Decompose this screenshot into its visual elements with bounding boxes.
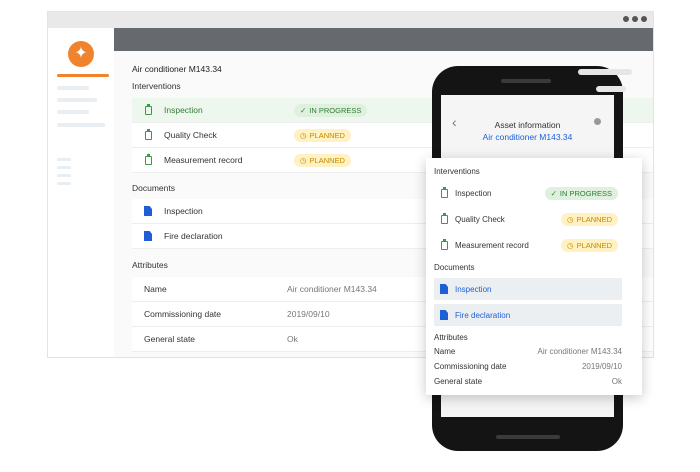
status-text: IN PROGRESS	[309, 105, 362, 115]
asset-title: Air conditioner M143.34	[132, 64, 222, 74]
attribute-key: General state	[434, 377, 483, 386]
status-badge: ✓ IN PROGRESS	[544, 186, 618, 200]
clipboard-icon	[144, 103, 152, 115]
documents-heading: Documents	[434, 263, 475, 272]
document-icon	[440, 310, 448, 320]
sidebar-item-placeholder[interactable]	[57, 86, 89, 90]
document-row[interactable]: Inspection	[434, 278, 622, 300]
window-titlebar	[48, 12, 653, 28]
intervention-label: Quality Check	[455, 214, 505, 224]
intervention-label: Measurement record	[164, 155, 243, 165]
mobile-header-subtitle[interactable]: Air conditioner M143.34	[441, 132, 614, 142]
intervention-label: Measurement record	[455, 240, 529, 250]
clipboard-icon	[144, 153, 152, 165]
attribute-value: 2019/09/10	[581, 362, 622, 371]
top-bar	[114, 28, 653, 51]
status-badge: ◷ PLANNED	[294, 153, 351, 167]
attribute-key: Commissioning date	[144, 309, 222, 319]
document-label: Inspection	[455, 284, 492, 294]
attribute-value: Ok	[611, 377, 622, 386]
sidebar-item-placeholder[interactable]	[57, 110, 89, 114]
dot-icon	[623, 16, 629, 22]
status-text: PLANNED	[576, 240, 612, 250]
attributes-heading: Attributes	[434, 333, 468, 342]
sidebar-item-placeholder[interactable]	[57, 98, 97, 102]
status-badge: ◷ PLANNED	[561, 212, 618, 226]
attribute-row: Name Air conditioner M143.34	[434, 347, 622, 356]
check-icon: ✓	[550, 188, 557, 198]
interventions-heading: Interventions	[434, 167, 480, 176]
clock-icon: ◷	[567, 214, 574, 224]
intervention-label: Quality Check	[164, 130, 217, 140]
dot-icon	[641, 16, 647, 22]
clock-icon: ◷	[300, 130, 307, 140]
status-badge: ✓ IN PROGRESS	[294, 103, 368, 117]
intervention-row[interactable]: Inspection ✓ IN PROGRESS	[434, 183, 622, 203]
document-icon	[144, 231, 152, 241]
intervention-row[interactable]: Measurement record ◷ PLANNED	[434, 235, 622, 255]
attribute-key: Name	[144, 284, 167, 294]
sidebar: ✦	[48, 28, 114, 357]
attributes-heading: Attributes	[132, 260, 168, 270]
document-label: Fire declaration	[455, 310, 511, 320]
sidebar-item-placeholder[interactable]	[57, 182, 71, 185]
dot-icon	[632, 16, 638, 22]
window-menu-dots[interactable]	[623, 16, 647, 22]
status-badge: ◷ PLANNED	[561, 238, 618, 252]
document-label: Inspection	[164, 206, 203, 216]
placeholder-bar	[578, 69, 632, 75]
phone-home-indicator[interactable]	[496, 435, 560, 439]
placeholder-bar	[596, 86, 626, 92]
attribute-value: Air conditioner M143.34	[537, 347, 623, 356]
status-text: PLANNED	[576, 214, 612, 224]
sidebar-item-placeholder[interactable]	[57, 123, 105, 127]
mobile-asset-card: Interventions Inspection ✓ IN PROGRESS Qu…	[426, 158, 642, 395]
documents-heading: Documents	[132, 183, 175, 193]
attribute-row: Commissioning date 2019/09/10	[434, 362, 622, 371]
sidebar-item-placeholder[interactable]	[57, 158, 71, 161]
check-icon: ✓	[300, 105, 307, 115]
status-text: IN PROGRESS	[559, 188, 612, 198]
attribute-row: General state Ok	[434, 377, 622, 386]
clipboard-icon	[440, 186, 448, 198]
star-icon: ✦	[74, 45, 88, 62]
clipboard-icon	[440, 212, 448, 224]
document-row[interactable]: Fire declaration	[434, 304, 622, 326]
interventions-heading: Interventions	[132, 81, 181, 91]
document-label: Fire declaration	[164, 231, 223, 241]
brand-logo-icon[interactable]: ✦	[68, 41, 94, 67]
attribute-key: Commissioning date	[434, 362, 507, 371]
sidebar-item-placeholder[interactable]	[57, 166, 71, 169]
attribute-value: Ok	[287, 334, 298, 344]
sidebar-active-indicator	[57, 74, 109, 77]
clock-icon: ◷	[567, 240, 574, 250]
status-text: PLANNED	[309, 130, 345, 140]
attribute-key: Name	[434, 347, 456, 356]
status-dot-icon	[594, 118, 601, 125]
intervention-row[interactable]: Quality Check ◷ PLANNED	[434, 209, 622, 229]
phone-speaker	[501, 79, 551, 83]
document-icon	[440, 284, 448, 294]
intervention-label: Inspection	[164, 105, 203, 115]
status-badge: ◷ PLANNED	[294, 128, 351, 142]
status-text: PLANNED	[309, 155, 345, 165]
clipboard-icon	[144, 128, 152, 140]
mobile-header-title: Asset information	[494, 120, 561, 130]
document-icon	[144, 206, 152, 216]
sidebar-item-placeholder[interactable]	[57, 174, 71, 177]
intervention-label: Inspection	[455, 188, 492, 198]
attribute-key: General state	[144, 334, 196, 344]
attribute-value: 2019/09/10	[287, 309, 330, 319]
clock-icon: ◷	[300, 155, 307, 165]
clipboard-icon	[440, 238, 448, 250]
attribute-value: Air conditioner M143.34	[287, 284, 377, 294]
